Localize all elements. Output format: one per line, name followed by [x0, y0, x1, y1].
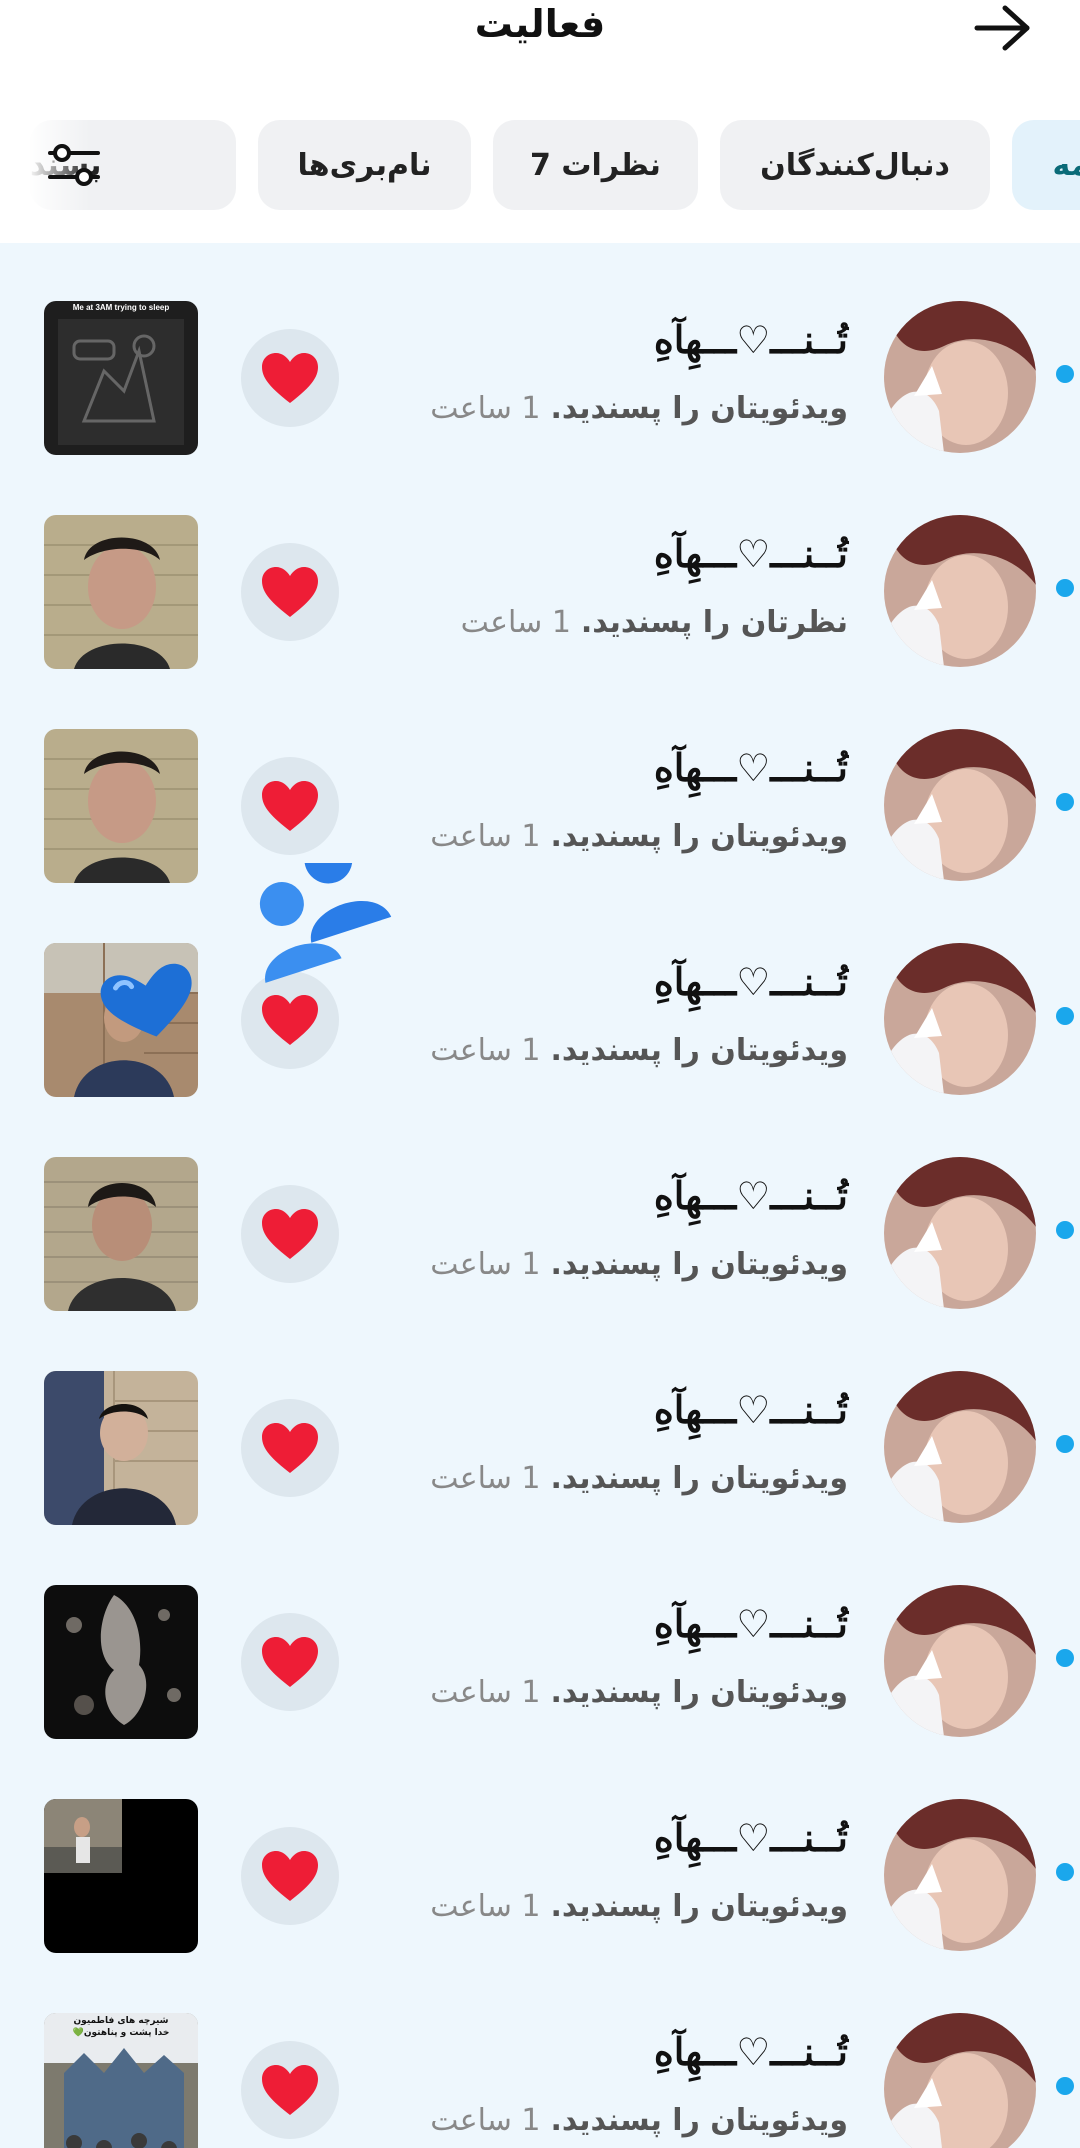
tab-all[interactable]: همه — [1012, 120, 1080, 210]
list-item[interactable]: تُــنـــ♡ـــهِآهِ ویدئویتان را پسندید.1 … — [0, 1955, 1080, 2148]
avatar[interactable] — [884, 1799, 1036, 1951]
unread-dot — [1056, 1863, 1074, 1881]
username[interactable]: تُــنـــ♡ـــهِآهِ — [654, 317, 848, 362]
app-header: فعالیت — [0, 0, 1080, 110]
username[interactable]: تُــنـــ♡ـــهِآهِ — [654, 745, 848, 790]
avatar[interactable] — [884, 301, 1036, 453]
heart-icon — [262, 1423, 318, 1473]
unread-dot — [1056, 1007, 1074, 1025]
unread-dot — [1056, 365, 1074, 383]
sliders-icon — [48, 144, 100, 186]
back-button[interactable] — [968, 0, 1038, 56]
username[interactable]: تُــنـــ♡ـــهِآهِ — [654, 2029, 848, 2074]
heart-icon — [262, 781, 318, 831]
avatar[interactable] — [884, 1157, 1036, 1309]
unread-dot — [1056, 1221, 1074, 1239]
timestamp: 1 ساعت — [430, 1889, 541, 1924]
heart-icon — [262, 1637, 318, 1687]
avatar[interactable] — [884, 943, 1036, 1095]
like-button[interactable] — [241, 971, 339, 1069]
filter-button[interactable] — [38, 135, 110, 195]
video-thumbnail[interactable] — [44, 1799, 198, 1953]
activity-list: تُــنـــ♡ـــهِآهِ ویدئویتان را پسندید.1 … — [0, 243, 1080, 2148]
activity-text: ویدئویتان را پسندید.1 ساعت — [430, 1461, 848, 1496]
username[interactable]: تُــنـــ♡ـــهِآهِ — [654, 531, 848, 576]
avatar[interactable] — [884, 1585, 1036, 1737]
activity-text: نظرتان را پسندید.1 ساعت — [460, 605, 848, 640]
unread-dot — [1056, 1435, 1074, 1453]
activity-text: ویدئویتان را پسندید.1 ساعت — [430, 1889, 848, 1924]
heart-icon — [262, 995, 318, 1045]
thumbnail-caption: شیرچه های فاطمیون خدا پشت و پناهتون💚 — [72, 2016, 170, 2038]
unread-dot — [1056, 793, 1074, 811]
avatar[interactable] — [884, 1371, 1036, 1523]
tab-comments[interactable]: نظرات 7 — [493, 120, 698, 210]
avatar[interactable] — [884, 729, 1036, 881]
video-thumbnail[interactable]: شیرچه های فاطمیون خدا پشت و پناهتون💚 — [44, 2013, 198, 2148]
list-item[interactable]: تُــنـــ♡ـــهِآهِ نظرتان را پسندید.1 ساع… — [0, 457, 1080, 671]
list-item[interactable]: تُــنـــ♡ـــهِآهِ ویدئویتان را پسندید.1 … — [0, 671, 1080, 885]
like-button[interactable] — [241, 329, 339, 427]
timestamp: 1 ساعت — [430, 819, 541, 854]
activity-text: ویدئویتان را پسندید.1 ساعت — [430, 1675, 848, 1710]
unread-dot — [1056, 2077, 1074, 2095]
activity-text: ویدئویتان را پسندید.1 ساعت — [430, 2103, 848, 2138]
activity-text: ویدئویتان را پسندید.1 ساعت — [430, 1247, 848, 1282]
timestamp: 1 ساعت — [460, 605, 571, 640]
timestamp: 1 ساعت — [430, 1675, 541, 1710]
thumbnail-caption: Me at 3AM trying to sleep — [72, 303, 170, 312]
timestamp: 1 ساعت — [430, 391, 541, 426]
timestamp: 1 ساعت — [430, 1461, 541, 1496]
heart-icon — [262, 1851, 318, 1901]
activity-text: ویدئویتان را پسندید.1 ساعت — [430, 819, 848, 854]
heart-icon — [262, 353, 318, 403]
timestamp: 1 ساعت — [430, 1033, 541, 1068]
unread-dot — [1056, 579, 1074, 597]
activity-text: ویدئویتان را پسندید.1 ساعت — [430, 1033, 848, 1068]
video-thumbnail[interactable] — [44, 1157, 198, 1311]
like-button[interactable] — [241, 543, 339, 641]
username[interactable]: تُــنـــ♡ـــهِآهِ — [654, 1173, 848, 1218]
unread-dot — [1056, 1649, 1074, 1667]
timestamp: 1 ساعت — [430, 2103, 541, 2138]
tab-followers[interactable]: دنبال‌کنندگان — [720, 120, 990, 210]
username[interactable]: تُــنـــ♡ـــهِآهِ — [654, 1815, 848, 1860]
tab-mentions[interactable]: نام‌بری‌ها — [258, 120, 471, 210]
video-thumbnail[interactable] — [44, 515, 198, 669]
list-item[interactable]: تُــنـــ♡ـــهِآهِ ویدئویتان را پسندید.1 … — [0, 1741, 1080, 1955]
list-item[interactable]: تُــنـــ♡ـــهِآهِ ویدئویتان را پسندید.1 … — [0, 1313, 1080, 1527]
heart-icon — [262, 2065, 318, 2115]
video-thumbnail[interactable]: Me at 3AM trying to sleep — [44, 301, 198, 455]
list-item[interactable]: تُــنـــ♡ـــهِآهِ ویدئویتان را پسندید.1 … — [0, 1527, 1080, 1741]
video-thumbnail[interactable] — [44, 1585, 198, 1739]
video-thumbnail[interactable] — [44, 1371, 198, 1525]
username[interactable]: تُــنـــ♡ـــهِآهِ — [654, 1387, 848, 1432]
list-item[interactable]: تُــنـــ♡ـــهِآهِ ویدئویتان را پسندید.1 … — [0, 885, 1080, 1099]
filter-tabs: همه دنبال‌کنندگان نظرات 7 نام‌بری‌ها پسن… — [0, 110, 1080, 240]
list-item[interactable]: تُــنـــ♡ـــهِآهِ ویدئویتان را پسندید.1 … — [0, 1099, 1080, 1313]
like-button[interactable] — [241, 1399, 339, 1497]
like-button[interactable] — [241, 2041, 339, 2139]
username[interactable]: تُــنـــ♡ـــهِآهِ — [654, 1601, 848, 1646]
arrow-right-icon — [974, 5, 1030, 51]
timestamp: 1 ساعت — [430, 1247, 541, 1282]
avatar[interactable] — [884, 515, 1036, 667]
list-item[interactable]: تُــنـــ♡ـــهِآهِ ویدئویتان را پسندید.1 … — [0, 243, 1080, 457]
heart-icon — [262, 1209, 318, 1259]
heart-icon — [262, 567, 318, 617]
like-button[interactable] — [241, 1613, 339, 1711]
username[interactable]: تُــنـــ♡ـــهِآهِ — [654, 959, 848, 1004]
video-thumbnail[interactable] — [44, 943, 198, 1097]
like-button[interactable] — [241, 757, 339, 855]
avatar[interactable] — [884, 2013, 1036, 2148]
video-thumbnail[interactable] — [44, 729, 198, 883]
like-button[interactable] — [241, 1827, 339, 1925]
activity-text: ویدئویتان را پسندید.1 ساعت — [430, 391, 848, 426]
like-button[interactable] — [241, 1185, 339, 1283]
page-title: فعالیت — [474, 2, 606, 46]
